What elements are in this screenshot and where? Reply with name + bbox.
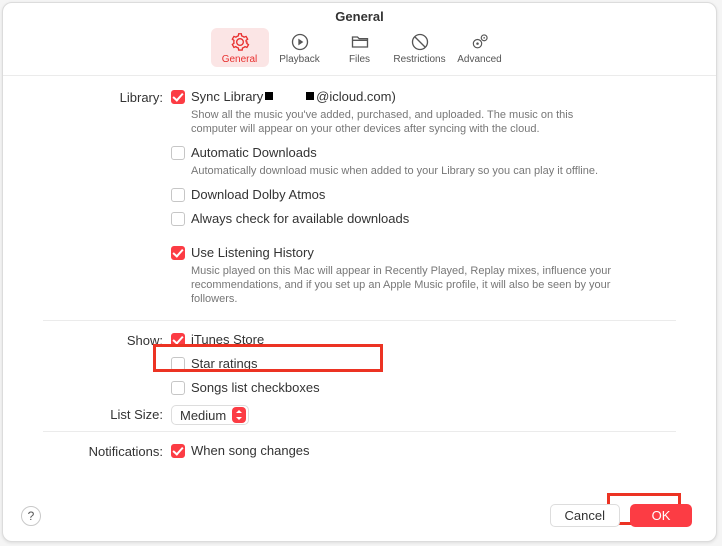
checkbox-label: When song changes xyxy=(191,442,310,460)
list-size-select[interactable]: Medium xyxy=(171,405,249,425)
redacted-block xyxy=(306,92,314,100)
cancel-button[interactable]: Cancel xyxy=(550,504,620,527)
checkbox-when-song-changes[interactable] xyxy=(171,444,185,458)
checkbox-automatic-downloads[interactable] xyxy=(171,146,185,160)
checkbox-label: Always check for available downloads xyxy=(191,210,409,228)
checkbox-dolby-atmos[interactable] xyxy=(171,188,185,202)
preferences-window: General General Playback Files Restricti… xyxy=(2,2,717,542)
tab-general[interactable]: General xyxy=(211,28,269,67)
no-entry-icon xyxy=(410,32,430,52)
option-description: Music played on this Mac will appear in … xyxy=(191,264,621,306)
ok-button[interactable]: OK xyxy=(630,504,692,527)
tab-restrictions[interactable]: Restrictions xyxy=(391,28,449,67)
footer: ? Cancel OK xyxy=(3,494,716,541)
play-icon xyxy=(290,32,310,52)
window-title: General xyxy=(3,3,716,26)
redacted-block xyxy=(265,92,273,100)
tab-advanced[interactable]: Advanced xyxy=(451,28,509,67)
checkbox-label: Download Dolby Atmos xyxy=(191,186,325,204)
section-label-library: Library: xyxy=(43,88,171,105)
gear-icon xyxy=(230,32,250,52)
tab-label: Restrictions xyxy=(393,54,445,65)
section-label-notifications: Notifications: xyxy=(43,442,171,459)
checkbox-label: Use Listening History xyxy=(191,244,314,262)
checkbox-sync-library[interactable] xyxy=(171,90,185,104)
section-label-list-size: List Size: xyxy=(43,405,171,422)
help-button[interactable]: ? xyxy=(21,506,41,526)
tab-playback[interactable]: Playback xyxy=(271,28,329,67)
checkbox-label: Star ratings xyxy=(191,355,257,373)
select-value: Medium xyxy=(180,408,226,423)
checkbox-always-check-downloads[interactable] xyxy=(171,212,185,226)
folder-icon xyxy=(350,32,370,52)
checkbox-songs-list-checkboxes[interactable] xyxy=(171,381,185,395)
chevron-updown-icon xyxy=(232,407,246,423)
content-area: Library: Sync Library @icloud.com) Show … xyxy=(3,76,716,462)
option-description: Show all the music you've added, purchas… xyxy=(191,108,621,136)
option-description: Automatically download music when added … xyxy=(191,164,621,178)
section-label-show: Show: xyxy=(43,331,171,348)
checkbox-label: iTunes Store xyxy=(191,331,264,349)
checkbox-label: Sync Library @icloud.com) xyxy=(191,88,396,106)
checkbox-listening-history[interactable] xyxy=(171,246,185,260)
tab-label: Advanced xyxy=(457,54,501,65)
checkbox-itunes-store[interactable] xyxy=(171,333,185,347)
tab-label: General xyxy=(222,54,258,65)
tab-label: Playback xyxy=(279,54,320,65)
tab-label: Files xyxy=(349,54,370,65)
checkbox-label: Songs list checkboxes xyxy=(191,379,320,397)
gears-icon xyxy=(470,32,490,52)
tab-files[interactable]: Files xyxy=(331,28,389,67)
checkbox-star-ratings[interactable] xyxy=(171,357,185,371)
checkbox-label: Automatic Downloads xyxy=(191,144,317,162)
toolbar: General Playback Files Restrictions Adva… xyxy=(3,26,716,76)
